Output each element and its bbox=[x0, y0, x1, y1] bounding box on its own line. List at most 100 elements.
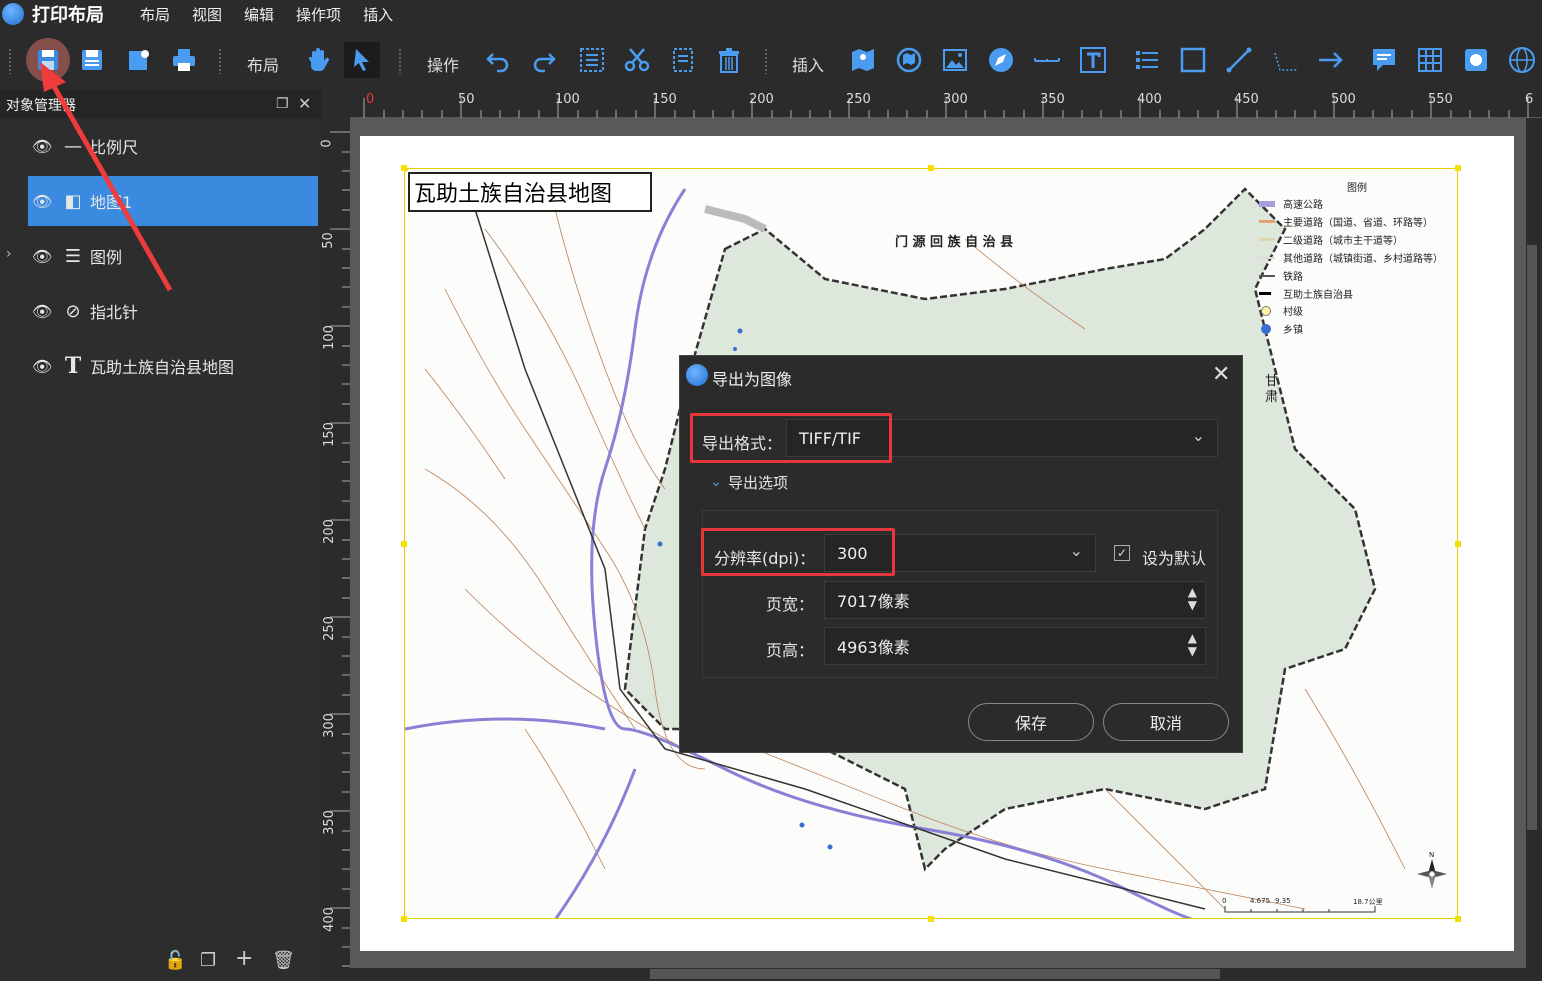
print-button[interactable] bbox=[166, 42, 202, 78]
insert-grid-button[interactable] bbox=[1504, 42, 1540, 78]
trash-icon bbox=[719, 48, 739, 73]
map-icon: ◧ bbox=[64, 190, 82, 212]
cancel-button[interactable]: 取消 bbox=[1103, 703, 1229, 741]
insert-globe-map-button[interactable] bbox=[891, 42, 927, 78]
resize-handle[interactable] bbox=[1455, 165, 1461, 171]
legend-item: 主要道路（国道、省道、环路等） bbox=[1259, 214, 1433, 229]
resize-handle[interactable] bbox=[928, 165, 934, 171]
resize-handle[interactable] bbox=[401, 916, 407, 922]
page-width-spinbox[interactable]: 7017像素 ▲ ▼ bbox=[824, 581, 1206, 619]
redo-button[interactable] bbox=[526, 42, 562, 78]
menu-edit[interactable]: 编辑 bbox=[244, 4, 274, 25]
tree-item-north-arrow[interactable]: 👁 ⊘ 指北针 bbox=[28, 286, 318, 336]
chevron-down-icon[interactable]: ⌄ bbox=[710, 474, 722, 490]
eye-icon[interactable]: 👁 bbox=[32, 247, 56, 266]
insert-line-button[interactable] bbox=[1221, 42, 1257, 78]
eye-icon[interactable]: 👁 bbox=[32, 137, 56, 156]
legend-swatch bbox=[1259, 256, 1275, 259]
menu-operations[interactable]: 操作项 bbox=[296, 4, 341, 25]
resize-handle[interactable] bbox=[401, 541, 407, 547]
north-arrow-icon bbox=[1417, 859, 1447, 889]
insert-north-arrow-button[interactable] bbox=[983, 42, 1019, 78]
export-options-toggle[interactable]: 导出选项 bbox=[728, 472, 788, 493]
insert-image-button[interactable] bbox=[937, 42, 973, 78]
page-height-spinbox[interactable]: 4963像素 ▲ ▼ bbox=[824, 627, 1206, 665]
compass-icon: ⊘ bbox=[65, 300, 81, 322]
pan-button[interactable] bbox=[300, 42, 336, 78]
text-box-icon bbox=[1080, 47, 1106, 73]
vertical-scrollbar[interactable] bbox=[1527, 245, 1537, 830]
insert-legend-button[interactable] bbox=[1129, 42, 1165, 78]
toolbar-grip[interactable] bbox=[218, 48, 222, 74]
globe-grid-icon bbox=[1509, 47, 1535, 73]
insert-text-button[interactable] bbox=[1075, 42, 1111, 78]
delete-button[interactable] bbox=[711, 42, 747, 78]
expand-chevron-icon[interactable]: › bbox=[6, 246, 12, 262]
map-label-gansu: 甘 肃 bbox=[1265, 374, 1279, 405]
select-button[interactable] bbox=[344, 42, 380, 78]
undo-button[interactable] bbox=[480, 42, 516, 78]
dialog-close-icon[interactable]: ✕ bbox=[1212, 362, 1230, 387]
scale-bar-icon: — bbox=[64, 135, 82, 157]
insert-picture-frame-button[interactable] bbox=[1458, 42, 1494, 78]
insert-table-button[interactable] bbox=[1412, 42, 1448, 78]
map-title-text[interactable]: 瓦助土族自治县地图 bbox=[408, 172, 652, 212]
copy-button[interactable] bbox=[665, 42, 701, 78]
scissors-icon bbox=[624, 48, 650, 72]
eye-icon[interactable]: 👁 bbox=[32, 302, 56, 321]
panel-close-icon[interactable]: ✕ bbox=[298, 94, 311, 113]
arrow-right-icon bbox=[1319, 52, 1343, 68]
resize-handle[interactable] bbox=[928, 916, 934, 922]
duplicate-icon[interactable]: ❐ bbox=[200, 950, 216, 971]
save-button[interactable] bbox=[26, 38, 70, 82]
insert-rectangle-button[interactable] bbox=[1175, 42, 1211, 78]
globe-map-icon bbox=[896, 47, 922, 73]
menu-layout[interactable]: 布局 bbox=[140, 4, 170, 25]
ruler-tick-label: 200 bbox=[321, 519, 337, 544]
toolbar-grip[interactable] bbox=[398, 48, 402, 74]
set-default-checkbox[interactable]: ✓ bbox=[1114, 545, 1130, 561]
add-icon[interactable]: + bbox=[235, 946, 253, 971]
scale-label: 18.7公里 bbox=[1353, 898, 1383, 906]
menu-insert[interactable]: 插入 bbox=[363, 4, 393, 25]
resize-handle[interactable] bbox=[1455, 916, 1461, 922]
page-setup-button[interactable] bbox=[120, 42, 156, 78]
select-all-button[interactable] bbox=[574, 42, 610, 78]
insert-callout-button[interactable] bbox=[1366, 42, 1402, 78]
insert-arrow-button[interactable] bbox=[1313, 42, 1349, 78]
tree-item-map1[interactable]: 👁 ◧ 地图1 bbox=[28, 176, 318, 226]
insert-polyline-button[interactable] bbox=[1267, 42, 1303, 78]
legend-label: 铁路 bbox=[1283, 272, 1303, 283]
image-icon bbox=[943, 49, 967, 71]
app-logo-icon bbox=[2, 3, 24, 25]
lock-icon[interactable]: 🔓 bbox=[164, 950, 186, 971]
tree-item-legend[interactable]: 👁 ☰ 图例 bbox=[28, 231, 318, 281]
tree-item-scale-bar[interactable]: 👁 — 比例尺 bbox=[28, 121, 318, 171]
eye-icon[interactable]: 👁 bbox=[32, 357, 56, 376]
spin-arrows-icon[interactable]: ▲ ▼ bbox=[1188, 632, 1197, 658]
legend-label: 村级 bbox=[1283, 307, 1303, 318]
ruler-tick-label: 450 bbox=[1234, 92, 1259, 107]
resize-handle[interactable] bbox=[1455, 541, 1461, 547]
menu-view[interactable]: 视图 bbox=[192, 4, 222, 25]
toolbar-grip[interactable] bbox=[8, 48, 12, 74]
spin-arrows-icon[interactable]: ▲ ▼ bbox=[1188, 586, 1197, 612]
legend-swatch bbox=[1259, 274, 1275, 277]
toolbar: 布局 操作 插入 bbox=[0, 30, 1542, 90]
panel-float-icon[interactable]: ❐ bbox=[276, 96, 289, 112]
tree-item-label: 地图1 bbox=[90, 193, 133, 212]
toolbar-grip[interactable] bbox=[764, 48, 768, 74]
save-button[interactable]: 保存 bbox=[968, 703, 1094, 741]
legend-label: 乡镇 bbox=[1283, 325, 1303, 336]
cut-button[interactable] bbox=[619, 42, 655, 78]
eye-icon[interactable]: 👁 bbox=[32, 192, 56, 211]
horizontal-scrollbar[interactable] bbox=[650, 969, 1220, 979]
trash-icon[interactable]: 🗑 bbox=[272, 950, 295, 971]
tree-item-title-text[interactable]: 👁 T 瓦助土族自治县地图 bbox=[28, 341, 318, 391]
resize-handle[interactable] bbox=[401, 165, 407, 171]
north-label: N bbox=[1429, 851, 1435, 859]
save-as-button[interactable] bbox=[74, 42, 110, 78]
app-logo-icon bbox=[686, 364, 708, 386]
insert-scale-bar-button[interactable] bbox=[1029, 42, 1065, 78]
insert-map-button[interactable] bbox=[845, 42, 881, 78]
